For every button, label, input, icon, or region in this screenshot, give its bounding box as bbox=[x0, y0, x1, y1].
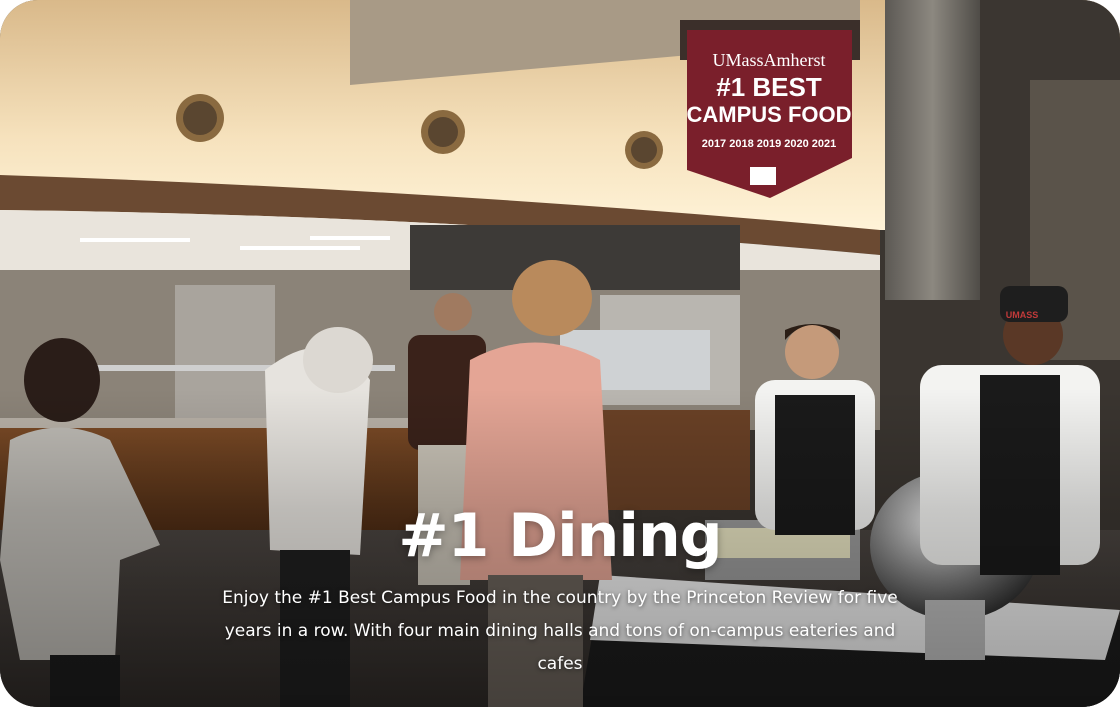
banner-line2: CAMPUS FOOD bbox=[687, 102, 852, 127]
banner-years: 2017 2018 2019 2020 2021 bbox=[702, 138, 837, 150]
hero-card: UMassAmherst #1 BEST CAMPUS FOOD 2017 20… bbox=[0, 0, 1120, 707]
princeton-review-logo bbox=[750, 167, 776, 185]
hero-title: #1 Dining bbox=[398, 501, 722, 571]
banner-line1: #1 BEST bbox=[716, 72, 822, 102]
hero-description: Enjoy the #1 Best Campus Food in the cou… bbox=[222, 588, 898, 674]
banner-brand: UMassAmherst bbox=[713, 50, 826, 70]
chef-hat-text: UMASS bbox=[1006, 310, 1039, 320]
hero-caption: #1 Dining Enjoy the #1 Best Campus Food … bbox=[0, 500, 1120, 681]
